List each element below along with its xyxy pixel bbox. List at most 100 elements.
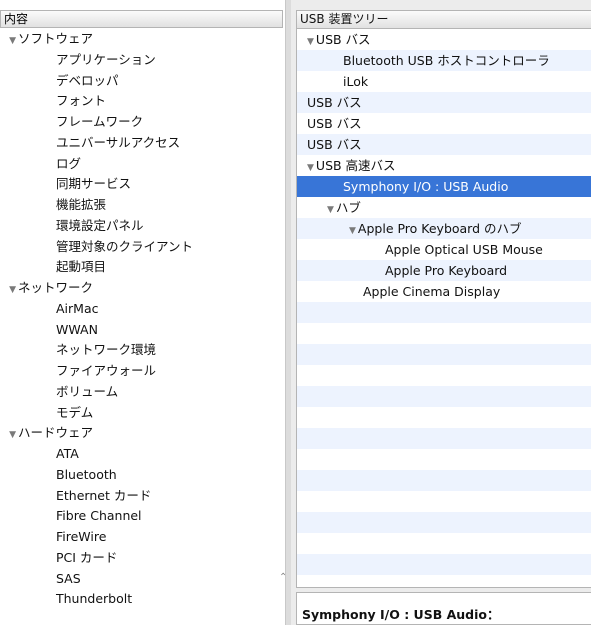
usb-device-label: Apple Pro Keyboard のハブ	[357, 221, 522, 236]
sidebar-item-label: 環境設定パネル	[56, 217, 144, 233]
usb-tree-row[interactable]: iLok	[297, 71, 591, 92]
usb-tree-row[interactable]: Apple Optical USB Mouse	[297, 239, 591, 260]
disclosure-triangle-icon[interactable]: ▼	[307, 163, 314, 173]
sidebar-item-label: ハードウェア	[18, 425, 94, 441]
sidebar-item[interactable]: 管理対象のクライアント	[0, 237, 285, 258]
sidebar-item-label: Bluetooth	[56, 466, 117, 482]
sidebar-item[interactable]: 環境設定パネル	[0, 216, 285, 237]
sidebar-item-label: ネットワーク	[18, 280, 94, 295]
usb-tree-row[interactable]: Bluetooth USB ホストコントローラ	[297, 50, 591, 71]
usb-tree-empty-row	[297, 428, 591, 449]
sidebar-item[interactable]: ネットワーク環境	[0, 340, 285, 361]
usb-tree-rows: ▼ USB バス Bluetooth USB ホストコントローラ iLok USB バス…	[297, 29, 591, 587]
sidebar-item-label: PCI カード	[56, 549, 118, 565]
usb-tree-empty-row	[297, 575, 591, 587]
usb-device-label: USB バス	[315, 32, 371, 47]
usb-device-label: USB バス	[307, 137, 362, 152]
sidebar-item-label: フレームワーク	[56, 114, 144, 129]
sidebar-item[interactable]: FireWire	[0, 527, 285, 548]
sidebar-item[interactable]: ユニバーサルアクセス	[0, 133, 285, 154]
usb-tree-row[interactable]: Apple Cinema Display	[297, 281, 591, 302]
usb-device-label: Apple Cinema Display	[363, 284, 501, 299]
usb-device-label: ハブ	[335, 200, 361, 215]
sidebar-header[interactable]: 内容	[0, 10, 283, 28]
usb-device-tree-panel: USB 装置ツリー ▼ USB バス Bluetooth USB ホストコントローラ…	[296, 10, 591, 588]
sidebar-item-label: Ethernet カード	[56, 487, 152, 503]
sidebar-item-label: Thunderbolt	[56, 591, 133, 607]
sidebar-item-label: SAS	[56, 570, 81, 586]
usb-tree-row[interactable]: ▼ Apple Pro Keyboard のハブ	[297, 218, 591, 239]
disclosure-triangle-icon[interactable]: ▼	[5, 425, 16, 446]
sidebar-item[interactable]: Ethernet カード	[0, 486, 285, 507]
usb-device-label: USB バス	[307, 95, 362, 110]
usb-tree-row[interactable]: USB バス	[297, 92, 591, 113]
device-detail-title: Symphony I/O : USB Audio：	[296, 592, 591, 625]
disclosure-triangle-icon[interactable]: ▼	[327, 205, 334, 215]
sidebar-item[interactable]: Fibre Channel	[0, 506, 285, 527]
usb-device-label: Bluetooth USB ホストコントローラ	[343, 53, 550, 68]
sidebar-item-label: 管理対象のクライアント	[56, 238, 194, 254]
usb-tree-empty-row	[297, 407, 591, 428]
sidebar-item[interactable]: ファイアウォール	[0, 361, 285, 382]
usb-tree-empty-row	[297, 533, 591, 554]
usb-tree-empty-row	[297, 323, 591, 344]
sidebar-category[interactable]: ▼ ソフトウェア	[0, 29, 285, 50]
usb-device-label: Symphony I/O : USB Audio	[343, 179, 509, 194]
usb-tree-empty-row	[297, 491, 591, 512]
usb-tree-empty-row	[297, 470, 591, 491]
sidebar-category[interactable]: ▼ ハードウェア	[0, 423, 285, 444]
sidebar-item-label: ファイアウォール	[56, 363, 157, 378]
usb-device-label: iLok	[343, 74, 369, 89]
sidebar-item-label: WWAN	[56, 321, 98, 337]
sidebar-item[interactable]: ボリューム	[0, 382, 285, 403]
usb-tree-empty-row	[297, 449, 591, 470]
sidebar-item[interactable]: Thunderbolt	[0, 589, 285, 610]
sidebar-item[interactable]: AirMac	[0, 299, 285, 320]
usb-tree-row[interactable]: ▼ USB 高速バス	[297, 155, 591, 176]
contents-sidebar: 内容 ▼ ソフトウェア アプリケーション デベロッパ フォント フレームワーク ユニバーサル…	[0, 0, 285, 625]
usb-tree-header[interactable]: USB 装置ツリー	[297, 11, 591, 29]
sidebar-item[interactable]: WWAN	[0, 320, 285, 341]
sidebar-item[interactable]: フォント	[0, 91, 285, 112]
disclosure-triangle-icon[interactable]: ▼	[349, 226, 356, 236]
sidebar-item-label: フォント	[56, 93, 107, 109]
contents-tree: ▼ ソフトウェア アプリケーション デベロッパ フォント フレームワーク ユニバーサルアクセ…	[0, 29, 285, 610]
disclosure-triangle-icon[interactable]: ▼	[5, 280, 16, 301]
sidebar-item[interactable]: アプリケーション	[0, 50, 285, 71]
disclosure-triangle-icon[interactable]: ▼	[5, 31, 16, 52]
sidebar-item-label: FireWire	[56, 529, 107, 544]
sidebar-item[interactable]: 起動項目	[0, 257, 285, 278]
sidebar-item-label: ソフトウェア	[18, 31, 94, 46]
sidebar-item[interactable]: フレームワーク	[0, 112, 285, 133]
disclosure-triangle-icon[interactable]: ▼	[307, 37, 314, 47]
sidebar-item[interactable]: ログ	[0, 154, 285, 175]
sidebar-item-label: ボリューム	[56, 383, 119, 399]
usb-tree-row[interactable]: USB バス	[297, 134, 591, 155]
sidebar-item-label: モデム	[56, 404, 94, 420]
sidebar-item[interactable]: PCI カード	[0, 548, 285, 569]
usb-tree-empty-row	[297, 302, 591, 323]
usb-tree-empty-row	[297, 344, 591, 365]
usb-tree-row[interactable]: ▼ USB バス	[297, 29, 591, 50]
sidebar-item[interactable]: ATA	[0, 444, 285, 465]
sidebar-item[interactable]: モデム	[0, 403, 285, 424]
sidebar-item[interactable]: 同期サービス	[0, 174, 285, 195]
usb-tree-row[interactable]: Symphony I/O : USB Audio	[297, 176, 591, 197]
split-divider[interactable]	[285, 0, 291, 625]
sidebar-item-label: 起動項目	[56, 259, 107, 275]
sidebar-item-label: 機能拡張	[56, 197, 107, 212]
sidebar-item[interactable]: SAS	[0, 569, 285, 590]
usb-tree-row[interactable]: Apple Pro Keyboard	[297, 260, 591, 281]
sidebar-item[interactable]: 機能拡張	[0, 195, 285, 216]
usb-tree-empty-row	[297, 554, 591, 575]
sidebar-item-label: ATA	[56, 446, 79, 461]
usb-tree-row[interactable]: ▼ ハブ	[297, 197, 591, 218]
sidebar-item-label: ユニバーサルアクセス	[56, 134, 181, 150]
sidebar-item-label: 同期サービス	[56, 176, 132, 192]
sidebar-item[interactable]: デベロッパ	[0, 71, 285, 92]
usb-device-label: USB 高速バス	[315, 158, 396, 173]
sidebar-item[interactable]: Bluetooth	[0, 465, 285, 486]
sidebar-category[interactable]: ▼ ネットワーク	[0, 278, 285, 299]
usb-tree-row[interactable]: USB バス	[297, 113, 591, 134]
sidebar-item-label: ネットワーク環境	[56, 342, 157, 358]
